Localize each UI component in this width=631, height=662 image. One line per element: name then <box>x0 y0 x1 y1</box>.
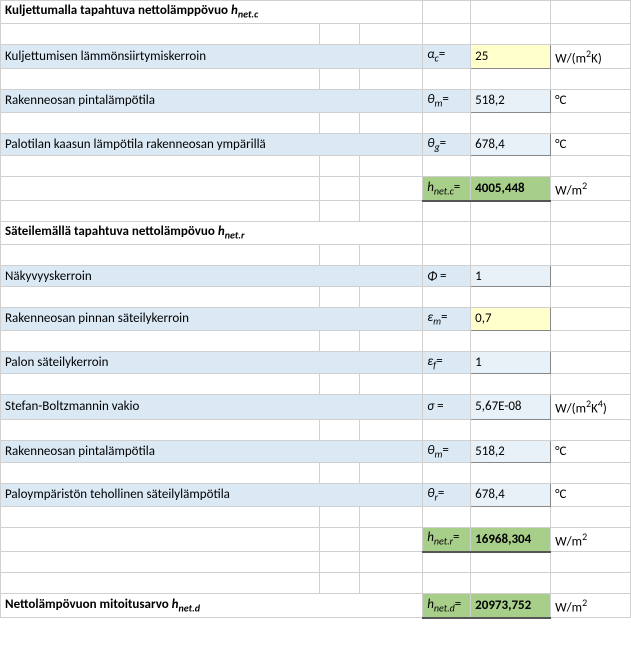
symbol-theta-g: θg= <box>423 133 471 156</box>
unit-alpha-c: W/(m2K) <box>551 44 631 68</box>
row-eps-m: Rakenneosan pinnan säteilykerroin εm= 0,… <box>1 308 631 331</box>
section3-row: Nettolämpövuon mitoitusarvo hnet.d hnet.… <box>1 594 631 618</box>
row-result-hnetr: hnet.r= 16968,304 W/m2 <box>1 527 631 551</box>
row-eps-f: Palon säteilykerroin εf= 1 <box>1 351 631 374</box>
row-theta-g: Palotilan kaasun lämpötila rakenneosan y… <box>1 133 631 156</box>
label-theta-m-2: Rakenneosan pintalämpötila <box>1 440 423 463</box>
section1-title-text: Kuljettumalla tapahtuva nettolämppövuo <box>5 3 231 18</box>
input-theta-m-2[interactable]: 518,2 <box>471 440 551 463</box>
section2-title-text: Säteilemällä tapahtuva nettolämpövuo <box>5 224 218 239</box>
unit-eps-m <box>551 308 631 331</box>
label-theta-m-1: Rakenneosan pintalämpötila <box>1 89 423 112</box>
worksheet: Kuljettumalla tapahtuva nettolämppövuo h… <box>0 0 631 619</box>
section2-title: Säteilemällä tapahtuva nettolämpövuo hne… <box>1 222 423 245</box>
row-alpha-c: Kuljettumisen lämmönsiirtymiskerroin αc=… <box>1 44 631 68</box>
section2-header-row: Säteilemällä tapahtuva nettolämpövuo hne… <box>1 222 631 245</box>
symbol-hnetc: hnet.c= <box>423 177 471 201</box>
section3-title-text: Nettolämpövuon mitoitusarvo <box>5 597 172 612</box>
section3-title-sub: net.d <box>179 602 201 615</box>
unit-sigma: W/(m2K4) <box>551 395 631 419</box>
row-sigma: Stefan-Boltzmannin vakio σ = 5,67E-08 W/… <box>1 395 631 419</box>
unit-hnetc: W/m2 <box>551 177 631 201</box>
unit-eps-f <box>551 351 631 374</box>
label-eps-f: Palon säteilykerroin <box>1 351 423 374</box>
unit-phi <box>551 266 631 287</box>
section2-title-sym: h <box>218 224 225 239</box>
unit-theta-m-1: °C <box>551 89 631 112</box>
symbol-theta-m-1: θm= <box>423 89 471 112</box>
output-hnetd: 20973,752 <box>471 594 551 618</box>
label-alpha-c: Kuljettumisen lämmönsiirtymiskerroin <box>1 44 423 68</box>
row-theta-m-2: Rakenneosan pintalämpötila θm= 518,2 °C <box>1 440 631 463</box>
symbol-theta-m-2: θm= <box>423 440 471 463</box>
section3-title-sym: h <box>172 597 179 612</box>
section2-title-sub: net.r <box>225 229 245 242</box>
output-hnetc: 4005,448 <box>471 177 551 201</box>
row-theta-r: Paloympäristön tehollinen säteilylämpöti… <box>1 484 631 507</box>
symbol-theta-r: θr= <box>423 484 471 507</box>
input-eps-f[interactable]: 1 <box>471 351 551 374</box>
symbol-eps-f: εf= <box>423 351 471 374</box>
label-phi: Näkyvyyskerroin <box>1 266 423 287</box>
output-hnetr: 16968,304 <box>471 527 551 551</box>
input-theta-g[interactable]: 678,4 <box>471 133 551 156</box>
section1-title: Kuljettumalla tapahtuva nettolämppövuo h… <box>1 1 423 24</box>
section1-title-sub: net.c <box>238 8 258 21</box>
label-eps-m: Rakenneosan pinnan säteilykerroin <box>1 308 423 331</box>
section1-title-sym: h <box>231 3 238 18</box>
symbol-alpha-c: αc= <box>423 44 471 68</box>
input-alpha-c[interactable]: 25 <box>471 44 551 68</box>
label-theta-r: Paloympäristön tehollinen säteilylämpöti… <box>1 484 423 507</box>
label-theta-g: Palotilan kaasun lämpötila rakenneosan y… <box>1 133 423 156</box>
row-phi: Näkyvyyskerroin Φ = 1 <box>1 266 631 287</box>
input-theta-m-1[interactable]: 518,2 <box>471 89 551 112</box>
label-sigma: Stefan-Boltzmannin vakio <box>1 395 423 419</box>
input-phi[interactable]: 1 <box>471 266 551 287</box>
unit-theta-g: °C <box>551 133 631 156</box>
section1-header-row: Kuljettumalla tapahtuva nettolämppövuo h… <box>1 1 631 24</box>
input-sigma[interactable]: 5,67E-08 <box>471 395 551 419</box>
unit-theta-m-2: °C <box>551 440 631 463</box>
unit-hnetr: W/m2 <box>551 527 631 551</box>
unit-theta-r: °C <box>551 484 631 507</box>
symbol-eps-m: εm= <box>423 308 471 331</box>
row-theta-m-1: Rakenneosan pintalämpötila θm= 518,2 °C <box>1 89 631 112</box>
input-eps-m[interactable]: 0,7 <box>471 308 551 331</box>
input-theta-r[interactable]: 678,4 <box>471 484 551 507</box>
unit-hnetd: W/m2 <box>551 594 631 618</box>
section3-title: Nettolämpövuon mitoitusarvo hnet.d <box>1 594 423 618</box>
row-result-hnetc: hnet.c= 4005,448 W/m2 <box>1 177 631 201</box>
symbol-phi: Φ = <box>423 266 471 287</box>
symbol-sigma: σ = <box>423 395 471 419</box>
symbol-hnetr: hnet.r= <box>423 527 471 551</box>
symbol-hnetd: hnet.d= <box>423 594 471 618</box>
